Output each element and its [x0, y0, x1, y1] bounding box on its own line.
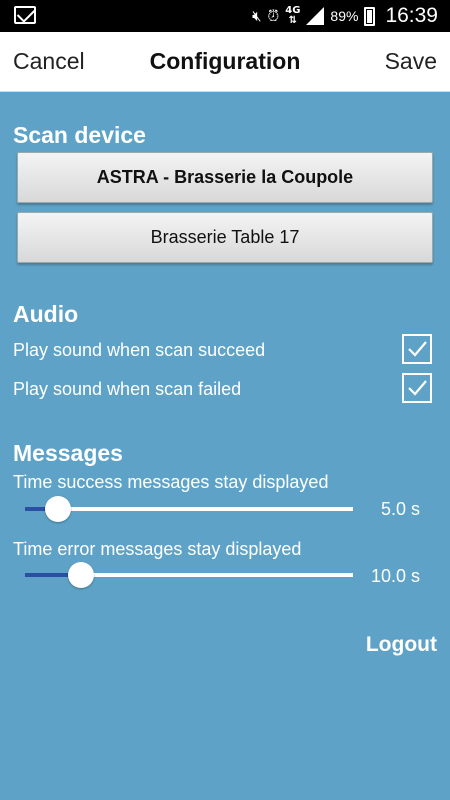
status-bar: 🔇︎ ⏰︎ 4G ⇅ 89% 16:39	[0, 0, 450, 32]
success-time-label: Time success messages stay displayed	[13, 472, 329, 492]
network-4g-icon: 4G ⇅	[285, 5, 301, 26]
alarm-icon: ⏰︎	[267, 7, 280, 25]
audio-heading: Audio	[13, 301, 79, 327]
messages-heading: Messages	[13, 440, 123, 466]
save-button[interactable]: Save	[385, 48, 437, 75]
error-time-label: Time error messages stay displayed	[13, 539, 302, 559]
slider-thumb[interactable]	[68, 562, 94, 588]
checkmark-icon	[408, 341, 427, 357]
battery-charging-icon	[364, 6, 376, 26]
error-time-slider[interactable]	[25, 562, 353, 588]
sound-failed-checkbox[interactable]	[402, 373, 432, 403]
sound-success-label: Play sound when scan succeed	[13, 340, 266, 360]
logout-button[interactable]: Logout	[366, 633, 437, 657]
gmail-icon	[14, 6, 36, 24]
scan-device-button[interactable]: ASTRA - Brasserie la Coupole	[17, 152, 433, 203]
cancel-button[interactable]: Cancel	[13, 48, 85, 75]
scan-device-heading: Scan device	[13, 122, 146, 148]
scan-device-button-label: ASTRA - Brasserie la Coupole	[96, 167, 354, 187]
success-time-slider[interactable]	[25, 496, 353, 522]
table-select-button[interactable]: Brasserie Table 17	[17, 212, 433, 263]
signal-icon	[306, 7, 325, 25]
header-bar: Cancel Configuration Save	[0, 32, 450, 92]
slider-thumb[interactable]	[45, 496, 71, 522]
table-select-button-label: Brasserie Table 17	[150, 227, 300, 247]
clock: 16:39	[385, 4, 438, 27]
checkmark-icon	[408, 380, 427, 396]
sound-failed-label: Play sound when scan failed	[13, 379, 242, 399]
battery-percent: 89%	[330, 8, 359, 24]
sound-success-checkbox[interactable]	[402, 334, 432, 364]
mute-icon: 🔇︎	[252, 7, 262, 25]
success-time-value: 5.0 s	[380, 499, 420, 519]
error-time-value: 10.0 s	[370, 566, 420, 586]
